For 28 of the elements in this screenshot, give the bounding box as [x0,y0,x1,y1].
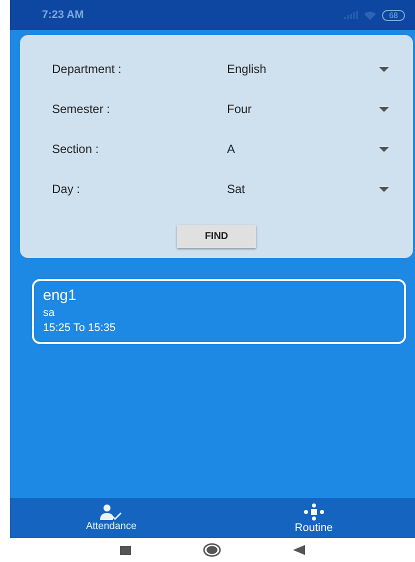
dropdown[interactable]: Four [227,94,389,124]
person-check-icon [100,504,122,520]
network-icon [302,502,325,520]
field-label: Semester : [52,102,112,116]
caret-icon [379,106,389,112]
nav-tab[interactable]: Routine [212,498,415,538]
caret-icon [379,146,389,152]
find-button[interactable]: FIND [176,225,256,248]
square-icon[interactable] [120,546,131,554]
signal-icon [344,11,358,19]
dropdown[interactable]: Sat [227,174,389,204]
dropdown[interactable]: English [227,54,389,84]
home-icon[interactable] [203,543,221,557]
routine-time: 15:25 To 15:35 [43,322,117,334]
routine-subtitle: sa [43,307,56,319]
field-label: Section : [52,142,100,156]
routine-title: eng1 [43,287,78,304]
nav-tab[interactable]: Attendance [10,498,212,538]
battery-icon: 68 [382,10,405,20]
wifi-icon [364,10,376,20]
dropdown[interactable]: A [227,134,389,164]
caret-icon [379,66,389,72]
field-label: Day : [52,182,82,196]
status-time: 7:23 AM [42,9,84,21]
routine-card[interactable]: eng1 sa 15:25 To 15:35 [32,279,406,344]
back-icon[interactable] [293,545,305,555]
caret-icon [379,186,389,192]
field-label: Department : [52,62,122,76]
